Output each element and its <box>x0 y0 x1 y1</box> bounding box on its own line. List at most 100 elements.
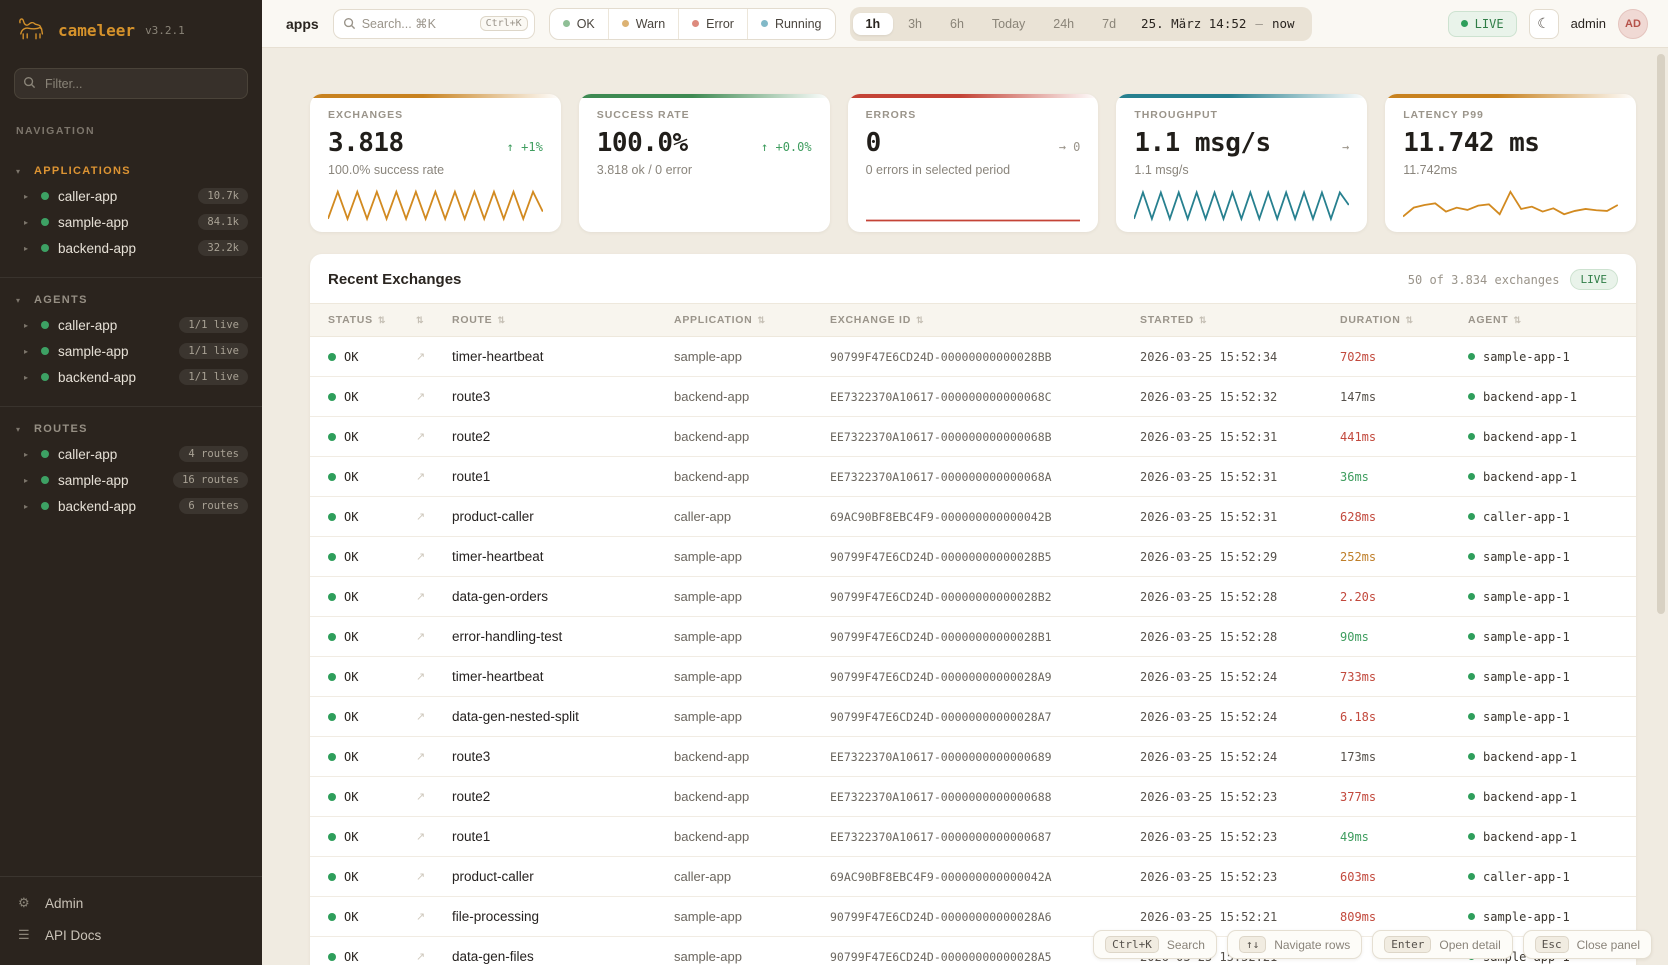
status-filter-error[interactable]: Error <box>678 9 747 39</box>
status-filter-warn[interactable]: Warn <box>608 9 678 39</box>
chevron-right-icon[interactable]: ▸ <box>24 373 32 382</box>
open-exchange-icon[interactable]: ↗ <box>416 390 452 403</box>
table-row[interactable]: OK↗timer-heartbeatsample-app90799F47E6CD… <box>310 537 1636 577</box>
sidebar-item-backend-app[interactable]: ▸backend-app32.2k <box>0 235 262 261</box>
sidebar-item-caller-app[interactable]: ▸caller-app10.7k <box>0 183 262 209</box>
footer-item-admin[interactable]: ⚙Admin <box>0 887 262 919</box>
time-range-1h[interactable]: 1h <box>853 13 894 35</box>
chevron-right-icon[interactable]: ▸ <box>24 192 32 201</box>
open-exchange-icon[interactable]: ↗ <box>416 950 452 963</box>
filter-input[interactable] <box>14 68 248 99</box>
sidebar-item-sample-app[interactable]: ▸ sample-app 84.1k <box>0 209 262 235</box>
open-exchange-icon[interactable]: ↗ <box>416 550 452 563</box>
sidebar-item-badge: 1/1 live <box>179 343 248 359</box>
status-dot-icon <box>41 373 49 381</box>
column-header-exchange-id[interactable]: EXCHANGE ID⇅ <box>830 314 1140 326</box>
chevron-right-icon[interactable]: ▸ <box>24 218 32 227</box>
sidebar-item-backend-app[interactable]: ▸backend-app6 routes <box>0 493 262 519</box>
column-header-duration[interactable]: DURATION⇅ <box>1340 314 1468 326</box>
sidebar-item-backend-app[interactable]: ▸backend-app1/1 live <box>0 364 262 390</box>
open-exchange-icon[interactable]: ↗ <box>416 750 452 763</box>
column-header-label: ROUTE <box>452 314 492 326</box>
table-row[interactable]: OK↗route1backend-appEE7322370A10617-0000… <box>310 457 1636 497</box>
chevron-right-icon[interactable]: ▸ <box>24 321 32 330</box>
avatar[interactable]: AD <box>1618 9 1648 39</box>
column-header-agent[interactable]: AGENT⇅ <box>1468 314 1618 326</box>
time-range-24h[interactable]: 24h <box>1040 13 1087 35</box>
sidebar-item-caller-app[interactable]: ▸caller-app4 routes <box>0 441 262 467</box>
column-header-expand[interactable]: ⇅ <box>416 315 452 326</box>
table-row[interactable]: OK↗route2backend-appEE7322370A10617-0000… <box>310 777 1636 817</box>
time-range-today[interactable]: Today <box>979 13 1038 35</box>
live-dot-icon <box>1461 20 1468 27</box>
footer-item-api-docs[interactable]: ☰API Docs <box>0 919 262 951</box>
application-cell: sample-app <box>674 909 830 924</box>
live-toggle[interactable]: LIVE <box>1448 11 1517 37</box>
chevron-right-icon[interactable]: ▸ <box>24 476 32 485</box>
sidebar-item-sample-app[interactable]: ▸sample-app16 routes <box>0 467 262 493</box>
status-filter-ok[interactable]: OK <box>550 9 608 39</box>
status-dot-icon <box>328 593 336 601</box>
table-row[interactable]: OK↗product-callercaller-app69AC90BF8EBC4… <box>310 497 1636 537</box>
chevron-down-icon[interactable]: ▾ <box>16 296 24 305</box>
status-filter-running[interactable]: Running <box>747 9 835 39</box>
chevron-right-icon[interactable]: ▸ <box>24 244 32 253</box>
duration-cell: 2.20s <box>1340 590 1468 604</box>
global-search[interactable]: Ctrl+K <box>333 9 535 39</box>
time-range-3h[interactable]: 3h <box>895 13 935 35</box>
time-range-6h[interactable]: 6h <box>937 13 977 35</box>
search-input[interactable] <box>362 17 474 31</box>
table-row[interactable]: OK↗route3backend-appEE7322370A10617-0000… <box>310 737 1636 777</box>
table-row[interactable]: OK↗route3backend-appEE7322370A10617-0000… <box>310 377 1636 417</box>
open-exchange-icon[interactable]: ↗ <box>416 510 452 523</box>
agent-cell: backend-app-1 <box>1468 430 1618 444</box>
table-row[interactable]: OK↗data-gen-orderssample-app90799F47E6CD… <box>310 577 1636 617</box>
table-row[interactable]: OK↗route1backend-appEE7322370A10617-0000… <box>310 817 1636 857</box>
table-row[interactable]: OK↗route2backend-appEE7322370A10617-0000… <box>310 417 1636 457</box>
chevron-right-icon[interactable]: ▸ <box>24 502 32 511</box>
scrollbar-thumb[interactable] <box>1657 54 1665 614</box>
column-header-started[interactable]: STARTED⇅ <box>1140 314 1340 326</box>
chevron-right-icon[interactable]: ▸ <box>24 347 32 356</box>
open-exchange-icon[interactable]: ↗ <box>416 910 452 923</box>
agent-dot-icon <box>1468 753 1475 760</box>
status-filter-label: Error <box>706 17 734 31</box>
sidebar-item-sample-app[interactable]: ▸sample-app1/1 live <box>0 338 262 364</box>
column-header-status[interactable]: STATUS⇅ <box>328 314 416 326</box>
nav-section-header[interactable]: ▾APPLICATIONS <box>0 161 262 183</box>
open-exchange-icon[interactable]: ↗ <box>416 470 452 483</box>
column-header-route[interactable]: ROUTE⇅ <box>452 314 674 326</box>
time-range-7d[interactable]: 7d <box>1089 13 1129 35</box>
duration-cell: 628ms <box>1340 510 1468 524</box>
table-row[interactable]: OK↗timer-heartbeatsample-app90799F47E6CD… <box>310 657 1636 697</box>
chevron-down-icon[interactable]: ▾ <box>16 167 24 176</box>
sidebar-item-caller-app[interactable]: ▸caller-app1/1 live <box>0 312 262 338</box>
open-exchange-icon[interactable]: ↗ <box>416 350 452 363</box>
nav-section-header[interactable]: ▾ROUTES <box>0 419 262 441</box>
live-label: LIVE <box>1475 17 1504 31</box>
date-from: 25. März 14:52 <box>1141 16 1246 31</box>
theme-toggle-button[interactable]: ☾ <box>1529 9 1559 39</box>
agent-dot-icon <box>1468 713 1475 720</box>
open-exchange-icon[interactable]: ↗ <box>416 710 452 723</box>
sidebar-item-label: sample-app <box>58 215 129 230</box>
nav-section-header[interactable]: ▾AGENTS <box>0 290 262 312</box>
chevron-right-icon[interactable]: ▸ <box>24 450 32 459</box>
open-exchange-icon[interactable]: ↗ <box>416 830 452 843</box>
sidebar-item-badge: 84.1k <box>198 214 248 230</box>
table-row[interactable]: OK↗timer-heartbeatsample-app90799F47E6CD… <box>310 337 1636 377</box>
open-exchange-icon[interactable]: ↗ <box>416 670 452 683</box>
moon-icon: ☾ <box>1537 15 1550 32</box>
table-row[interactable]: OK↗data-gen-nested-splitsample-app90799F… <box>310 697 1636 737</box>
open-exchange-icon[interactable]: ↗ <box>416 430 452 443</box>
chevron-down-icon[interactable]: ▾ <box>16 425 24 434</box>
table-row[interactable]: OK↗error-handling-testsample-app90799F47… <box>310 617 1636 657</box>
agent-dot-icon <box>1468 833 1475 840</box>
open-exchange-icon[interactable]: ↗ <box>416 590 452 603</box>
open-exchange-icon[interactable]: ↗ <box>416 630 452 643</box>
table-header-row: STATUS⇅⇅ROUTE⇅APPLICATION⇅EXCHANGE ID⇅ST… <box>310 303 1636 337</box>
open-exchange-icon[interactable]: ↗ <box>416 870 452 883</box>
table-row[interactable]: OK↗product-callercaller-app69AC90BF8EBC4… <box>310 857 1636 897</box>
open-exchange-icon[interactable]: ↗ <box>416 790 452 803</box>
column-header-application[interactable]: APPLICATION⇅ <box>674 314 830 326</box>
